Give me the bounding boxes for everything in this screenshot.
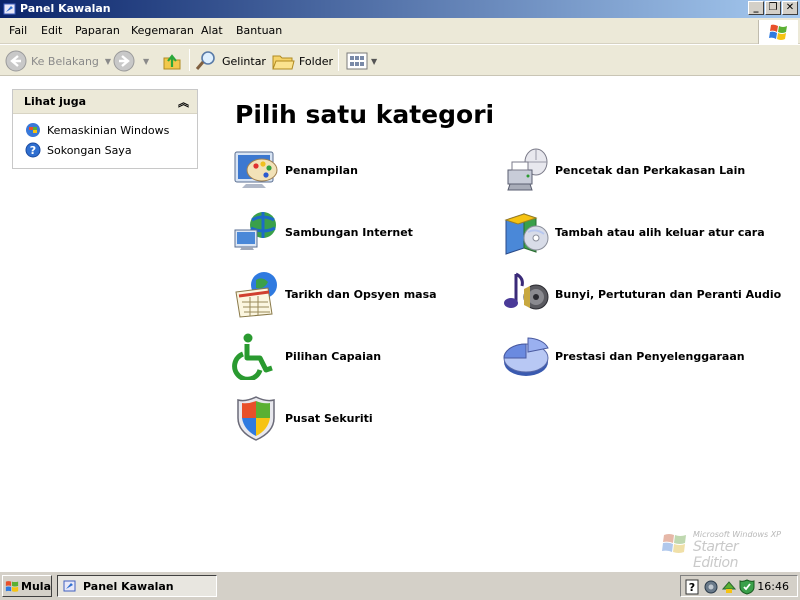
forward-button[interactable]: ▼ bbox=[113, 49, 149, 73]
category-accessibility[interactable]: Pilihan Capaian bbox=[232, 331, 381, 381]
windows-start-icon bbox=[5, 581, 19, 592]
category-label: Pilihan Capaian bbox=[285, 349, 382, 363]
category-label: Pusat Sekuriti bbox=[285, 411, 373, 425]
taskbar-item-control-panel[interactable]: Panel Kawalan bbox=[57, 575, 217, 597]
category-label: Tarikh dan Opsyen masa bbox=[285, 287, 437, 301]
performance-pie-icon bbox=[503, 337, 549, 376]
category-performance-maintenance[interactable]: Prestasi dan Penyelenggaraan bbox=[502, 331, 745, 381]
menu-tools[interactable]: Alat bbox=[201, 24, 223, 37]
windows-flag-icon bbox=[769, 24, 787, 40]
accessibility-icon bbox=[232, 333, 273, 380]
clock[interactable]: 16:46 bbox=[757, 580, 789, 593]
sidebar-link-windows-update[interactable]: Kemaskinian Windows bbox=[25, 122, 169, 138]
task-label: Panel Kawalan bbox=[83, 579, 174, 593]
back-label: Ke Belakang bbox=[31, 54, 99, 68]
appearance-icon bbox=[234, 151, 278, 188]
control-panel-icon bbox=[63, 580, 76, 592]
toolbar-separator bbox=[189, 49, 190, 71]
taskbar: Mula Panel Kawalan ? 16:46 bbox=[0, 571, 800, 600]
maximize-button[interactable]: ❐ bbox=[765, 1, 781, 15]
category-label: Prestasi dan Penyelenggaraan bbox=[555, 349, 745, 363]
window-title: Panel Kawalan bbox=[20, 2, 111, 15]
menu-view[interactable]: Paparan bbox=[75, 24, 120, 37]
menu-favorites[interactable]: Kegemaran bbox=[131, 24, 194, 37]
network-internet-icon bbox=[234, 212, 276, 250]
sidebar-link-support[interactable]: ? Sokongan Saya bbox=[25, 142, 132, 158]
back-button[interactable]: Ke Belakang ▼ bbox=[5, 49, 111, 73]
search-button[interactable]: Gelintar bbox=[194, 49, 266, 73]
back-dropdown-icon[interactable]: ▼ bbox=[105, 57, 111, 66]
views-dropdown-icon[interactable]: ▼ bbox=[371, 57, 377, 66]
category-label: Pencetak dan Perkakasan Lain bbox=[555, 163, 746, 177]
start-button[interactable]: Mula bbox=[2, 575, 52, 597]
category-label: Sambungan Internet bbox=[285, 225, 413, 239]
menu-bar: Fail Edit Paparan Kegemaran Alat Bantuan bbox=[0, 18, 800, 44]
up-button[interactable] bbox=[161, 49, 183, 73]
svg-text:?: ? bbox=[689, 581, 695, 594]
security-tray-icon[interactable] bbox=[739, 579, 755, 595]
minimize-button[interactable]: _ bbox=[748, 1, 764, 15]
see-also-panel: Lihat juga ︽ Kemaskinian Windows ? Sokon… bbox=[12, 89, 198, 169]
add-remove-programs-icon bbox=[504, 213, 549, 255]
starter-edition-watermark: Microsoft Windows XP Starter Edition bbox=[661, 528, 786, 571]
category-sounds-audio[interactable]: Bunyi, Pertuturan dan Peranti Audio bbox=[502, 269, 781, 319]
start-label: Mula bbox=[21, 579, 51, 593]
category-label: Bunyi, Pertuturan dan Peranti Audio bbox=[555, 287, 782, 301]
search-icon bbox=[195, 51, 215, 70]
control-panel-window: Panel Kawalan _ ❐ ✕ Fail Edit Paparan Ke… bbox=[0, 0, 800, 600]
search-label: Gelintar bbox=[222, 54, 266, 68]
page-title: Pilih satu kategori bbox=[235, 100, 495, 129]
folder-up-icon bbox=[163, 54, 181, 70]
security-shield-icon bbox=[237, 396, 275, 441]
see-also-title: Lihat juga bbox=[24, 95, 87, 108]
toolbar: Ke Belakang ▼ ▼ Gelintar Folder ▼ bbox=[0, 45, 800, 76]
menu-file[interactable]: Fail bbox=[9, 24, 27, 37]
folder-icon bbox=[272, 55, 295, 70]
see-also-header[interactable]: Lihat juga ︽ bbox=[13, 90, 197, 114]
category-label: Penampilan bbox=[285, 163, 358, 177]
help-tray-icon[interactable]: ? bbox=[685, 579, 701, 595]
printer-hardware-icon bbox=[507, 148, 548, 191]
forward-dropdown-icon[interactable]: ▼ bbox=[143, 57, 149, 66]
category-date-time[interactable]: Tarikh dan Opsyen masa bbox=[232, 269, 437, 319]
category-add-remove-programs[interactable]: Tambah atau alih keluar atur cara bbox=[502, 207, 765, 257]
windows-logo-watermark-icon bbox=[662, 534, 686, 553]
back-arrow-icon bbox=[5, 50, 27, 72]
watermark-line-2: Starter Edition bbox=[693, 539, 739, 571]
category-printers-hardware[interactable]: Pencetak dan Perkakasan Lain bbox=[502, 145, 745, 195]
folders-button[interactable]: Folder bbox=[271, 49, 333, 73]
windows-update-label: Kemaskinian Windows bbox=[47, 123, 170, 137]
menu-help[interactable]: Bantuan bbox=[236, 24, 282, 37]
folders-label: Folder bbox=[299, 54, 333, 68]
category-network-internet[interactable]: Sambungan Internet bbox=[232, 207, 413, 257]
close-button[interactable]: ✕ bbox=[782, 1, 798, 15]
views-button[interactable]: ▼ bbox=[346, 49, 377, 73]
collapse-chevron-icon[interactable]: ︽ bbox=[178, 94, 189, 110]
help-support-icon: ? bbox=[25, 142, 41, 158]
support-label: Sokongan Saya bbox=[47, 143, 132, 157]
control-panel-icon bbox=[3, 3, 16, 15]
network-tray-icon[interactable] bbox=[703, 579, 719, 595]
toolbar-separator-2 bbox=[338, 49, 339, 71]
views-grid-icon bbox=[346, 52, 368, 70]
title-bar[interactable]: Panel Kawalan _ ❐ ✕ bbox=[0, 0, 800, 18]
category-appearance[interactable]: Penampilan bbox=[232, 145, 358, 195]
category-security-center[interactable]: Pusat Sekuriti bbox=[232, 393, 373, 443]
watermark-line-1: Microsoft Windows XP bbox=[693, 530, 781, 539]
menu-edit[interactable]: Edit bbox=[41, 24, 62, 37]
forward-arrow-icon bbox=[113, 50, 135, 72]
sound-audio-icon bbox=[504, 272, 549, 310]
windows-flag-logo bbox=[758, 20, 798, 44]
update-tray-icon[interactable] bbox=[721, 579, 737, 595]
svg-text:?: ? bbox=[30, 144, 36, 157]
category-label: Tambah atau alih keluar atur cara bbox=[555, 225, 765, 239]
windows-update-icon bbox=[26, 123, 40, 137]
system-tray: ? 16:46 bbox=[680, 575, 798, 597]
date-time-icon bbox=[235, 272, 277, 318]
